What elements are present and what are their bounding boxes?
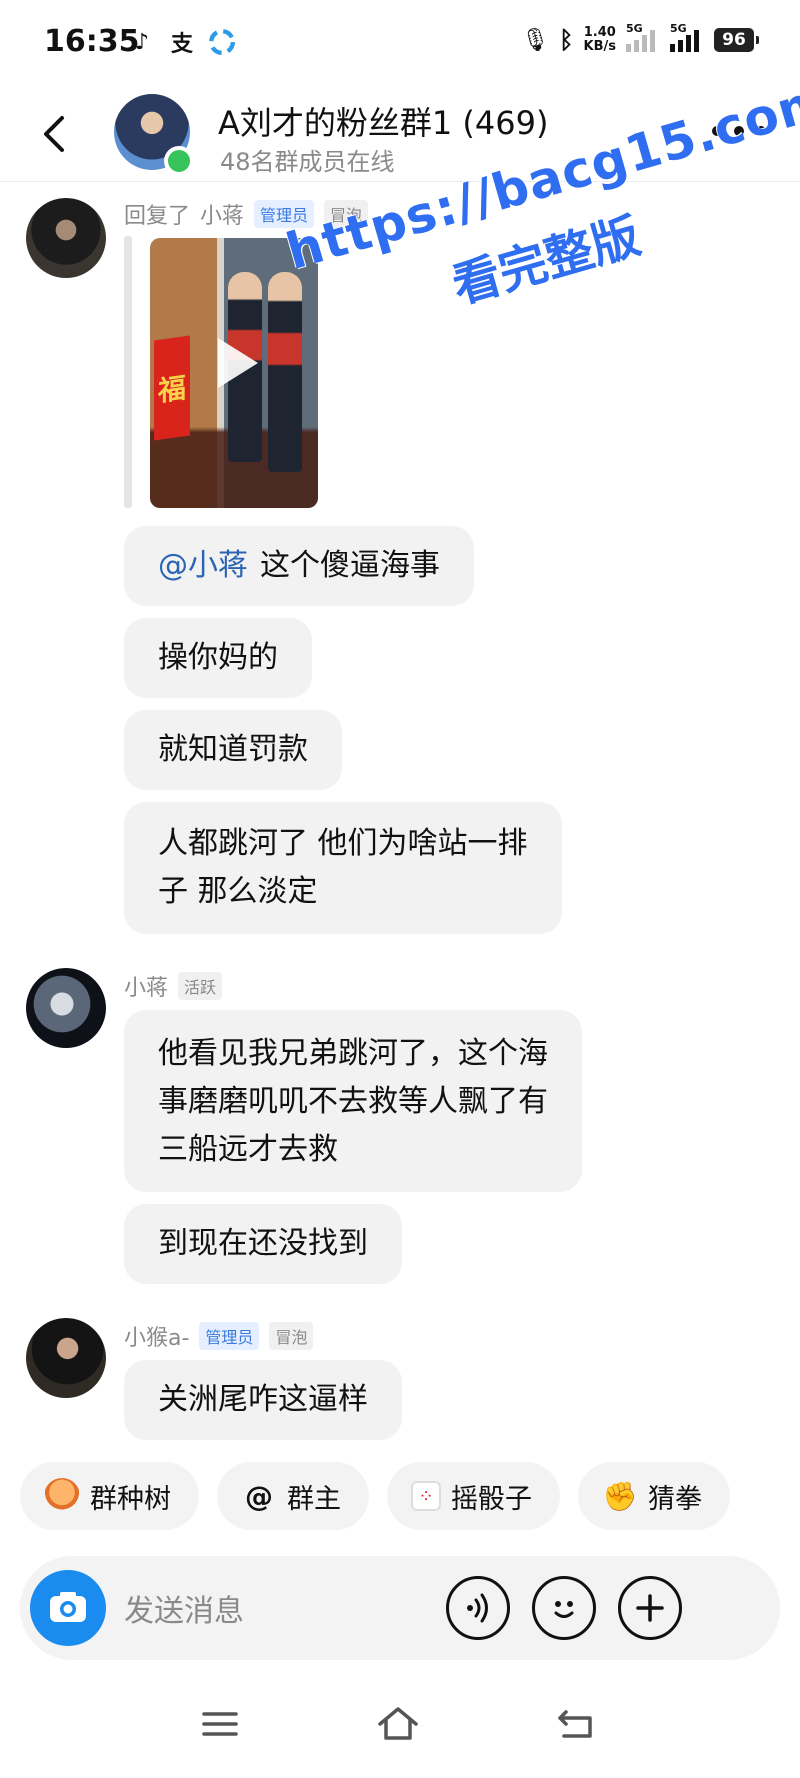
quick-action-label: 摇骰子 [451,1483,532,1515]
status-right: 🎙 ᛒ 1.40 KB/s 5G 5G 96 [521,22,759,54]
quick-action-dice[interactable]: ⁘ 摇骰子 [387,1462,560,1530]
status-bar: 16:35 ♪ 支 🎙 ᛒ 1.40 KB/s 5G 5G 96 [0,0,800,86]
at-icon: @ [245,1479,273,1513]
plus-icon [636,1594,664,1622]
quick-actions: 群种树 @ 群主 ⁘ 摇骰子 ✊ 猜拳 [20,1462,730,1530]
reply-quote-bar [124,236,132,508]
dice-icon: ⁘ [411,1481,441,1511]
more-dot [756,126,766,136]
online-count: 48名群成员在线 [220,148,395,176]
online-indicator [164,146,194,176]
more-dots-icon [712,126,722,136]
menu-icon [202,1712,238,1736]
quick-action-rock-paper-scissors[interactable]: ✊ 猜拳 [578,1462,730,1530]
alipay-icon: 支 [170,32,193,57]
avatar[interactable] [26,198,106,278]
message-text: 就知道罚款 [158,732,308,767]
avatar[interactable] [26,968,106,1048]
net-speed-unit: KB/s [583,39,616,54]
camera-icon [50,1592,86,1622]
message-meta: 小蒋 活跃 [124,970,223,1002]
message-bubble[interactable]: 他看见我兄弟跳河了，这个海 事磨磨叽叽不去救等人飘了有 三船远才去救 [124,1010,582,1192]
bluetooth-icon: ᛒ [559,26,574,54]
emoji-icon [554,1601,574,1618]
message-bubble[interactable]: 就知道罚款 [124,710,342,790]
reply-prefix: 回复了 [124,204,191,229]
admin-badge: 管理员 [254,200,315,228]
message-text-line: 三船远才去救 [158,1132,338,1167]
message-bubble[interactable]: @小蒋 这个傻逼海事 [124,526,474,606]
fu-poster: 福 [154,335,190,441]
quick-action-label: 群种树 [90,1483,171,1515]
more-dot [734,126,744,136]
sender-name[interactable]: 小蒋 [200,198,244,230]
quick-action-label: 猜拳 [648,1483,702,1515]
chat-header: A刘才的粉丝群1 (469) 48名群成员在线 [0,86,800,182]
message-text-line: 人都跳河了 他们为啥站一排 [158,826,528,861]
more-button[interactable] [712,116,766,146]
group-title[interactable]: A刘才的粉丝群1 (469) [218,98,548,144]
message-text: 到现在还没找到 [158,1226,368,1261]
return-icon [558,1710,592,1738]
sender-name[interactable]: 小蒋 [124,970,168,1002]
menu-nav-button[interactable] [196,1700,244,1748]
back-nav-button[interactable] [552,1700,600,1748]
avatar[interactable] [26,1318,106,1398]
message-text: 关洲尾咋这逼样 [158,1382,368,1417]
play-icon[interactable] [214,338,258,388]
net-speed: 1.40 KB/s [584,26,616,54]
message-bubble[interactable]: 到现在还没找到 [124,1204,402,1284]
home-icon [378,1707,418,1740]
message-meta: 小猴a- 管理员 冒泡 [124,1320,314,1352]
mention[interactable]: @小蒋 [158,542,248,590]
status-time: 16:35 [44,24,140,59]
camera-button[interactable] [30,1570,106,1646]
message-text: 这个傻逼海事 [260,548,440,583]
system-navigation [0,1690,800,1760]
chevron-left-icon [44,116,64,152]
message-input[interactable]: 发送消息 [124,1586,244,1630]
tiktok-icon: ♪ [134,29,150,55]
battery-indicator: 96 [714,28,759,52]
quick-action-label: 群主 [287,1483,341,1515]
message-bubble[interactable]: 关洲尾咋这逼样 [124,1360,402,1440]
watermark-text: 看完整版 [446,208,647,315]
network-type-2: 5G [670,22,687,35]
active-badge: 活跃 [178,972,223,1000]
signal-icon: 5G [670,22,704,52]
quick-action-plant-tree[interactable]: 群种树 [20,1462,199,1530]
message-meta: 回复了 小蒋 管理员 冒泡 [124,198,369,230]
microphone-icon: 🎙 [521,27,550,53]
net-speed-value: 1.40 [583,25,616,40]
message-bubble[interactable]: 操你妈的 [124,618,312,698]
voice-button[interactable] [446,1576,510,1640]
back-button[interactable] [36,110,76,158]
message-text-line: 子 那么淡定 [158,874,318,909]
tree-icon [44,1478,80,1514]
app-icon [208,28,236,56]
message-text-line: 他看见我兄弟跳河了，这个海 [158,1036,548,1071]
sender-name[interactable]: 小猴a- [124,1320,189,1352]
level-badge: 冒泡 [324,200,369,228]
admin-badge: 管理员 [199,1322,260,1350]
home-nav-button[interactable] [374,1700,422,1748]
quick-action-owner[interactable]: @ 群主 [217,1462,369,1530]
network-type-1: 5G [626,22,643,35]
message-input-bar: 发送消息 [20,1556,780,1660]
signal-icon: 5G [626,22,660,52]
person-figure [268,272,302,472]
voice-icon [467,1593,488,1623]
message-text-line: 事磨磨叽叽不去救等人飘了有 [158,1084,548,1119]
message-bubble[interactable]: 人都跳河了 他们为啥站一排 子 那么淡定 [124,802,562,934]
add-button[interactable] [618,1576,682,1640]
message-text: 操你妈的 [158,640,278,675]
level-badge: 冒泡 [269,1322,314,1350]
video-thumbnail[interactable]: 福 [150,238,318,508]
fist-icon: ✊ [602,1479,638,1513]
emoji-button[interactable] [532,1576,596,1640]
